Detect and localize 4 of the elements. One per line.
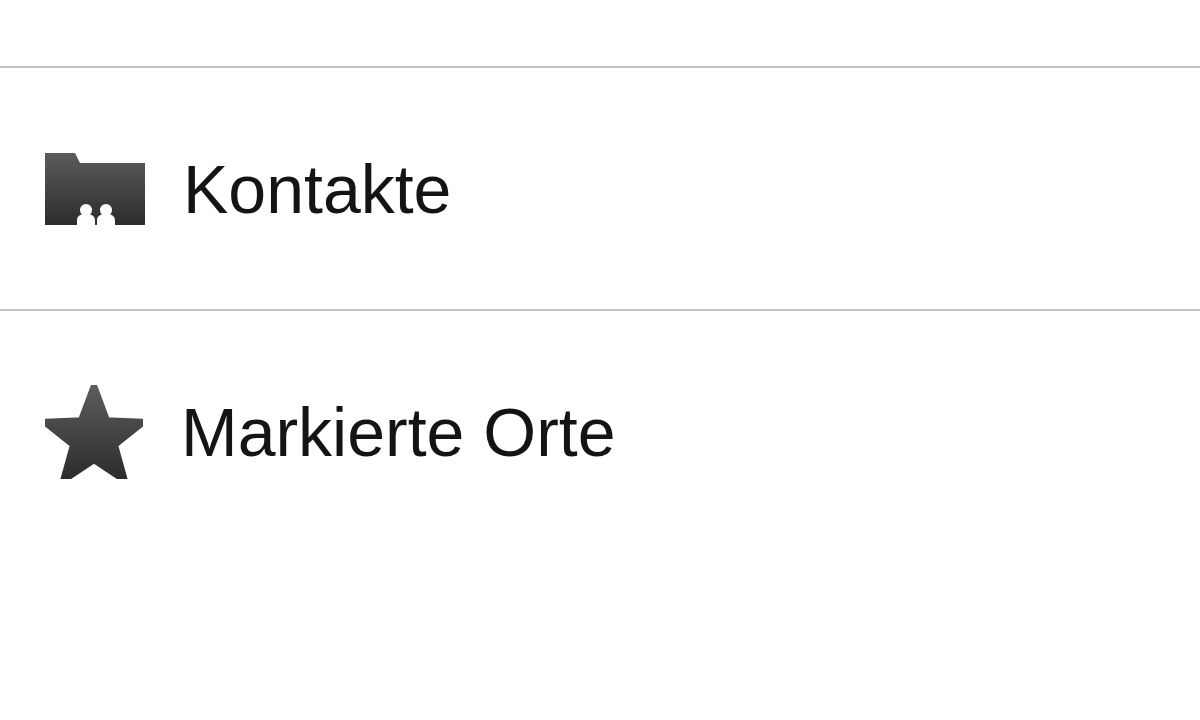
menu-item[interactable]: Markierte Orte [0,311,1200,552]
menu-item[interactable]: Kontakte [0,68,1200,311]
star-icon [45,384,143,479]
folder-people-icon [45,152,145,225]
